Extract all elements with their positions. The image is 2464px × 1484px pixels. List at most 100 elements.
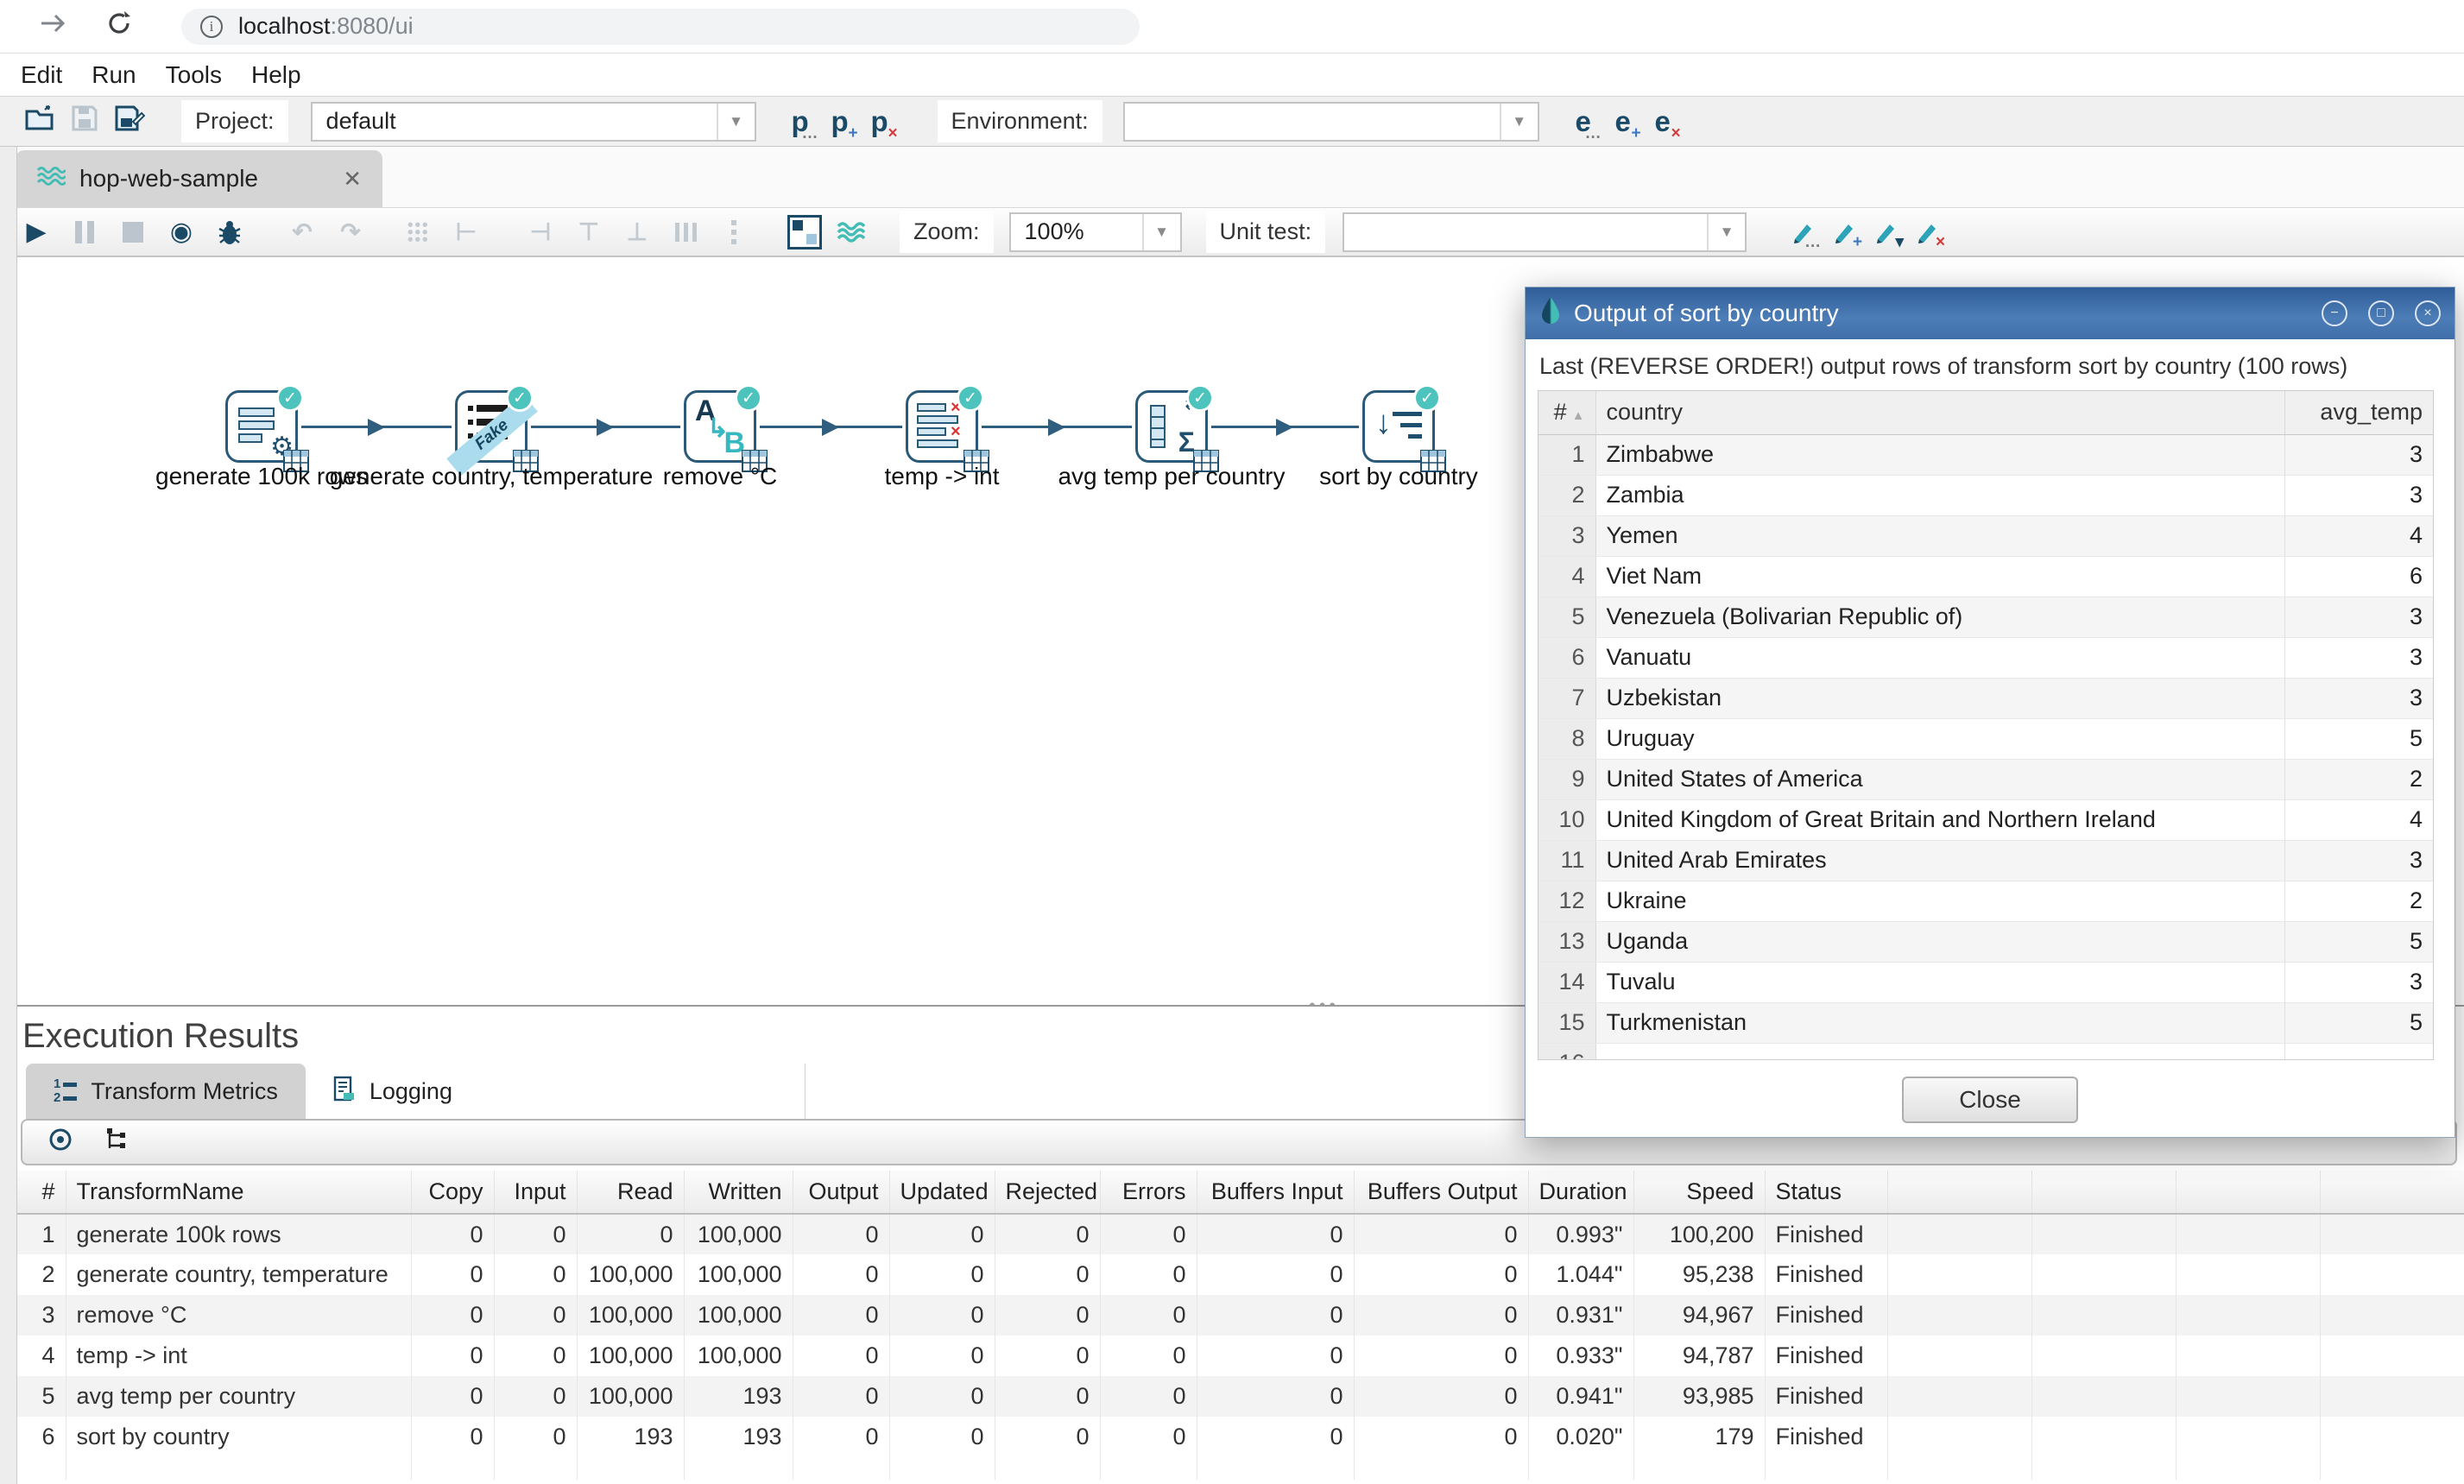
grid-icon[interactable] xyxy=(394,221,442,243)
preview-row[interactable]: 10 United Kingdom of Great Britain and N… xyxy=(1538,799,2433,840)
unit-test-create-icon[interactable]: + xyxy=(1823,219,1864,245)
close-button[interactable]: Close xyxy=(1902,1077,2078,1123)
col-header[interactable]: Updated xyxy=(889,1171,995,1214)
open-file-icon[interactable] xyxy=(17,104,62,138)
metrics-row[interactable]: 1 generate 100k rows 0 0 0 100,000 0 0 0… xyxy=(17,1214,2464,1254)
index-col-header[interactable]: #▲ xyxy=(1538,391,1595,434)
pause-icon[interactable] xyxy=(60,221,109,243)
col-header[interactable]: Read xyxy=(577,1171,684,1214)
left-sidebar-strip[interactable] xyxy=(0,147,17,1484)
align-top-icon[interactable]: ⊤ xyxy=(565,218,613,246)
preview-row[interactable]: 2 Zambia 3 xyxy=(1538,475,2433,515)
distribute-horizontal-icon[interactable] xyxy=(661,223,710,242)
address-bar[interactable]: i localhost:8080/ui xyxy=(181,9,1140,45)
tab-transform-metrics[interactable]: 1 2 Transform Metrics xyxy=(26,1064,306,1119)
menu-help[interactable]: Help xyxy=(251,61,301,89)
forward-icon[interactable] xyxy=(38,10,67,42)
transform-generate-100k-rows[interactable]: ⚙ ✓ xyxy=(225,390,298,463)
col-header[interactable]: Output xyxy=(793,1171,889,1214)
col-header[interactable]: Copy xyxy=(411,1171,494,1214)
col-header[interactable]: TransformName xyxy=(66,1171,411,1214)
col-header[interactable]: Input xyxy=(494,1171,577,1214)
environment-delete-icon[interactable]: e× xyxy=(1643,105,1683,138)
transform-generate-country-temperature[interactable]: Fake ✓ xyxy=(455,390,528,463)
align-right-icon[interactable]: ⊣ xyxy=(516,218,565,246)
show-hide-icon[interactable] xyxy=(47,1126,74,1159)
col-header[interactable]: Buffers Input xyxy=(1197,1171,1354,1214)
transform-temp-to-int[interactable]: × × ✓ xyxy=(906,390,978,463)
col-header[interactable]: # xyxy=(17,1171,66,1214)
unit-test-combo[interactable]: ▼ xyxy=(1343,212,1747,252)
dialog-table-wrap[interactable]: #▲ country avg_temp 1 Zimbabwe 3 2 Zamb xyxy=(1538,390,2434,1060)
project-add-icon[interactable]: p+ xyxy=(820,105,860,138)
tab-hop-web-sample[interactable]: hop-web-sample ✕ xyxy=(16,150,382,207)
unit-test-delete-icon[interactable]: × xyxy=(1905,219,1947,245)
menu-edit[interactable]: Edit xyxy=(21,61,62,89)
col-header[interactable]: Buffers Output xyxy=(1354,1171,1528,1214)
dialog-titlebar[interactable]: Output of sort by country − □ × xyxy=(1526,287,2455,339)
preview-row[interactable]: 11 United Arab Emirates 3 xyxy=(1538,840,2433,881)
preview-row[interactable]: 9 United States of America 2 xyxy=(1538,759,2433,799)
metrics-row[interactable]: 5 avg temp per country 0 0 100,000 193 0… xyxy=(17,1376,2464,1417)
reload-icon[interactable] xyxy=(105,9,133,43)
preview-row[interactable]: 5 Venezuela (Bolivarian Republic of) 3 xyxy=(1538,597,2433,637)
project-edit-icon[interactable]: p… xyxy=(780,105,820,138)
tab-logging[interactable]: Logging xyxy=(306,1064,480,1119)
metrics-row[interactable]: 2 generate country, temperature 0 0 100,… xyxy=(17,1254,2464,1295)
pipeline-wave-icon[interactable] xyxy=(829,219,877,245)
col-header[interactable]: Rejected xyxy=(995,1171,1100,1214)
col-header[interactable]: Written xyxy=(684,1171,793,1214)
chevron-down-icon[interactable]: ▼ xyxy=(1142,214,1180,250)
col-header[interactable]: Duration xyxy=(1528,1171,1633,1214)
chevron-down-icon[interactable]: ▼ xyxy=(717,104,755,140)
info-icon[interactable]: i xyxy=(200,16,223,38)
close-icon[interactable]: ✕ xyxy=(343,166,362,193)
undo-icon[interactable]: ↶ xyxy=(278,218,326,246)
debug-icon[interactable] xyxy=(205,218,254,246)
preview-row[interactable]: 3 Yemen 4 xyxy=(1538,515,2433,556)
preview-row[interactable]: 14 Tuvalu 3 xyxy=(1538,962,2433,1002)
transform-sort-by-country[interactable]: ↓ ✓ xyxy=(1362,390,1435,463)
preview-row[interactable]: 8 Uruguay 5 xyxy=(1538,718,2433,759)
preview-row[interactable]: 7 Uzbekistan 3 xyxy=(1538,678,2433,718)
zoom-combo[interactable]: 100% ▼ xyxy=(1009,212,1182,252)
col-header[interactable]: Errors xyxy=(1100,1171,1197,1214)
preview-row[interactable]: 15 Turkmenistan 5 xyxy=(1538,1002,2433,1043)
avg-temp-col-header[interactable]: avg_temp xyxy=(2284,391,2433,434)
align-left-icon[interactable]: ⊢ xyxy=(442,218,490,246)
stop-icon[interactable] xyxy=(109,222,157,243)
preview-row[interactable]: 1 Zimbabwe 3 xyxy=(1538,434,2433,475)
chevron-down-icon[interactable]: ▼ xyxy=(1500,104,1538,140)
metrics-row[interactable]: 4 temp -> int 0 0 100,000 100,000 0 0 0 … xyxy=(17,1336,2464,1376)
close-icon[interactable]: × xyxy=(2415,300,2441,326)
transform-remove-celsius[interactable]: A ↳ B ✓ xyxy=(684,390,756,463)
save-as-icon[interactable] xyxy=(107,104,152,138)
environment-edit-icon[interactable]: e… xyxy=(1564,105,1603,138)
preview-icon[interactable]: ◉ xyxy=(157,217,205,247)
col-header[interactable]: Speed xyxy=(1633,1171,1765,1214)
snap-to-grid-icon[interactable] xyxy=(780,215,829,249)
metrics-row[interactable]: 6 sort by country 0 0 193 193 0 0 0 0 0 … xyxy=(17,1417,2464,1457)
environment-add-icon[interactable]: e+ xyxy=(1603,105,1643,138)
project-combo[interactable]: default ▼ xyxy=(311,102,756,142)
preview-row[interactable]: 6 Vanuatu 3 xyxy=(1538,637,2433,678)
col-header[interactable]: Status xyxy=(1765,1171,1887,1214)
transform-avg-temp-per-country[interactable]: ⇄ Σ ✓ xyxy=(1135,390,1208,463)
preview-row[interactable]: 13 Uganda 5 xyxy=(1538,921,2433,962)
maximize-icon[interactable]: □ xyxy=(2368,300,2394,326)
metrics-row[interactable]: 3 remove °C 0 0 100,000 100,000 0 0 0 0 … xyxy=(17,1295,2464,1336)
preview-row[interactable]: 16 xyxy=(1538,1043,2433,1060)
environment-combo[interactable]: ▼ xyxy=(1123,102,1539,142)
menu-tools[interactable]: Tools xyxy=(166,61,222,89)
redo-icon[interactable]: ↷ xyxy=(326,218,375,246)
save-icon[interactable] xyxy=(62,104,107,138)
branch-graph-icon[interactable] xyxy=(104,1127,130,1159)
align-bottom-icon[interactable]: ⊥ xyxy=(613,218,661,246)
minimize-icon[interactable]: − xyxy=(2322,300,2347,326)
menu-run[interactable]: Run xyxy=(92,61,136,89)
preview-row[interactable]: 12 Ukraine 2 xyxy=(1538,881,2433,921)
preview-row[interactable]: 4 Viet Nam 6 xyxy=(1538,556,2433,597)
country-col-header[interactable]: country xyxy=(1595,391,2284,434)
unit-test-edit-icon[interactable]: … xyxy=(1781,219,1823,245)
unit-test-open-icon[interactable]: ▾ xyxy=(1864,219,1905,245)
